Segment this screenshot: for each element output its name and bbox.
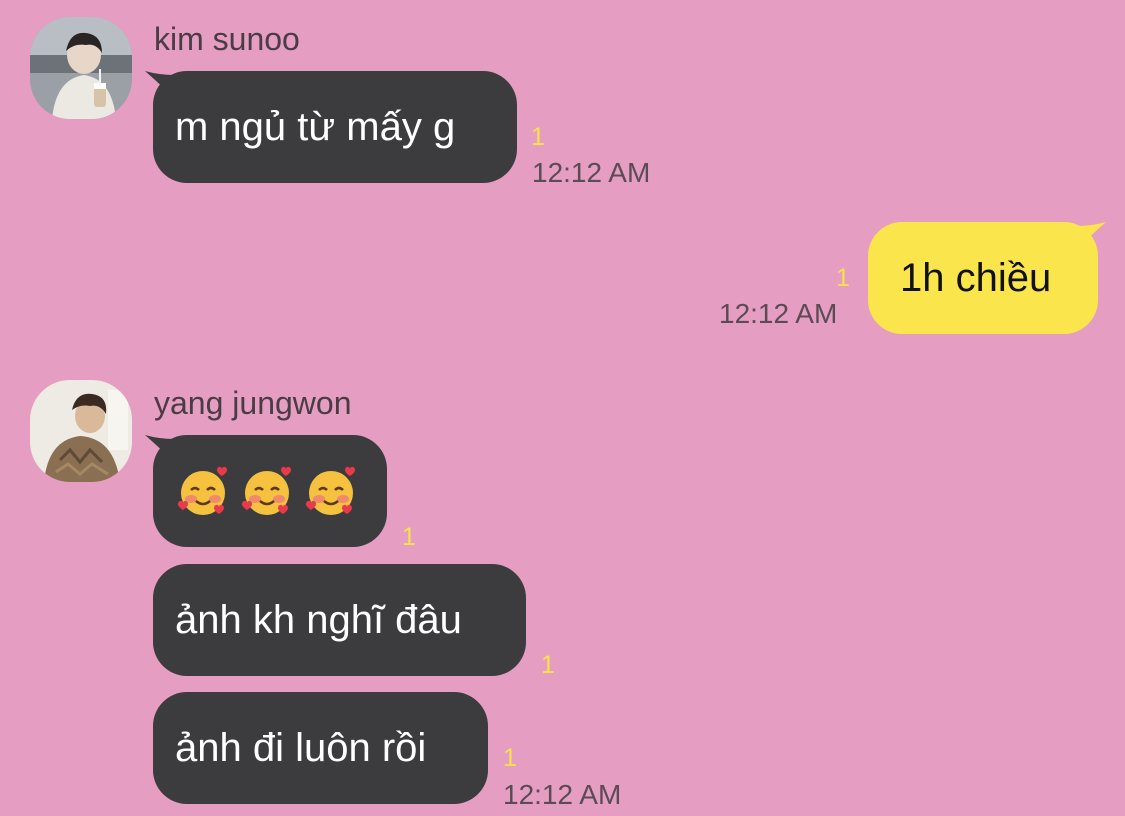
emoji-row (175, 463, 359, 519)
message-timestamp: 12:12 AM (719, 298, 838, 329)
message-bubble-incoming[interactable]: ảnh kh nghĩ đâu (153, 564, 526, 676)
bubble-tail (145, 435, 175, 463)
sender-name: kim sunoo (154, 21, 300, 57)
message-bubble-outgoing[interactable]: 1h chiều (868, 222, 1106, 334)
avatar-kim-sunoo[interactable] (30, 17, 132, 119)
smiling-face-with-hearts-emoji (178, 466, 227, 515)
unread-count: 1 (503, 744, 517, 772)
message-bubble-incoming[interactable]: m ngủ từ mấy g (145, 71, 517, 183)
smiling-face-with-hearts-emoji (242, 466, 291, 515)
message-text: m ngủ từ mấy g (175, 104, 456, 149)
message-timestamp: 12:12 AM (503, 779, 622, 810)
bubble-tail (1076, 222, 1106, 250)
message-text: 1h chiều (900, 255, 1052, 300)
message-bubble-incoming[interactable]: ảnh đi luôn rồi (153, 692, 488, 804)
profile-photo-icon (30, 380, 132, 482)
unread-count: 1 (531, 123, 545, 151)
unread-count: 1 (541, 651, 555, 679)
unread-count: 1 (402, 523, 416, 551)
chat-message-list[interactable]: kim sunoo m ngủ từ mấy g 1 12:12 AM 1h c… (0, 0, 1125, 816)
unread-count: 1 (836, 264, 850, 292)
sender-name: yang jungwon (154, 385, 352, 421)
message-bubble-incoming[interactable] (145, 435, 387, 547)
bubble-tail (145, 71, 175, 99)
smiling-face-with-hearts-emoji (306, 466, 355, 515)
message-text: ảnh đi luôn rồi (175, 725, 427, 770)
avatar-yang-jungwon[interactable] (30, 380, 132, 482)
profile-photo-icon (30, 17, 132, 119)
message-text: ảnh kh nghĩ đâu (175, 597, 462, 642)
message-timestamp: 12:12 AM (532, 157, 651, 188)
